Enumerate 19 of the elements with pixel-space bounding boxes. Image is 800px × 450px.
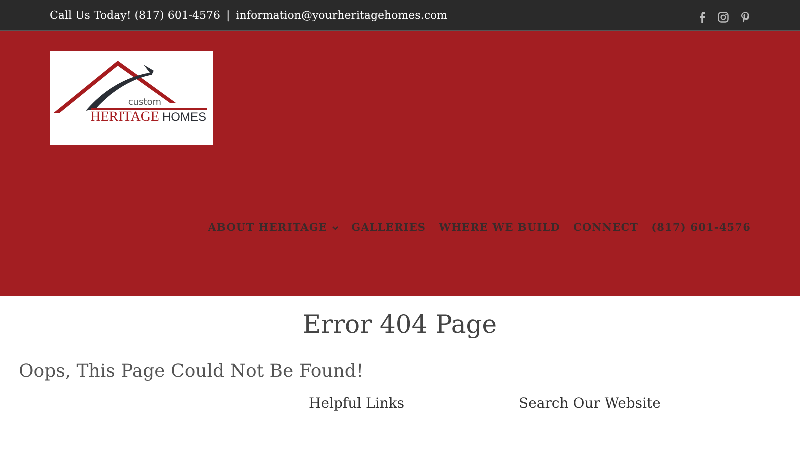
- nav-link[interactable]: (817) 601-4576: [652, 222, 751, 234]
- page-title: Error 404 Page: [302, 310, 498, 339]
- instagram-icon[interactable]: [718, 12, 729, 22]
- email-link[interactable]: information@yourheritagehomes.com: [236, 8, 448, 22]
- facebook-icon[interactable]: [699, 12, 706, 22]
- nav-link[interactable]: CONNECT: [574, 222, 639, 234]
- separator: |: [226, 8, 230, 22]
- nav-link[interactable]: ABOUT HERITAGE: [208, 222, 339, 234]
- logo-small-word: custom: [128, 99, 162, 108]
- pinterest-icon[interactable]: [741, 12, 750, 22]
- logo-main-word: HERITAGE: [90, 110, 160, 126]
- logo-card[interactable]: custom HERITAGE HOMES: [50, 51, 213, 145]
- column-heading: Helpful Links: [309, 396, 406, 412]
- nav-link[interactable]: WHERE WE BUILD: [439, 222, 560, 234]
- nav-link[interactable]: GALLERIES: [352, 222, 426, 234]
- column-heading: Search Our Website: [519, 396, 662, 412]
- logo-second-word: HOMES: [162, 111, 206, 124]
- page-subtitle: Oops, This Page Could Not Be Found!: [19, 361, 365, 382]
- phone-text: Call Us Today! (817) 601-4576: [50, 8, 221, 22]
